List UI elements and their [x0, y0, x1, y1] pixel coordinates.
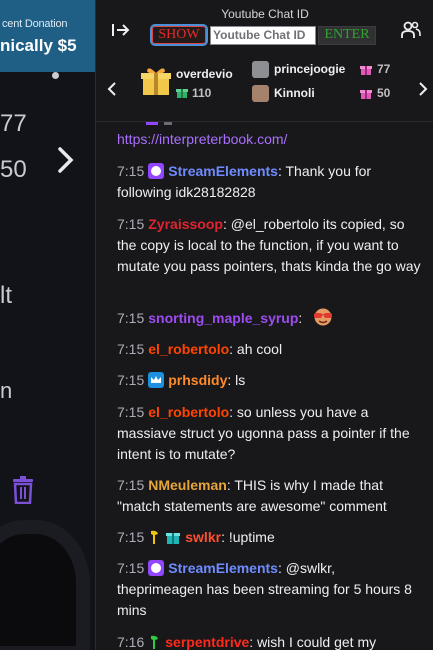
chat-message: 7:15 el_robertolo: ah cool [117, 339, 422, 360]
users-icon[interactable] [401, 20, 421, 40]
leaderboard-name: Kinnoli [274, 86, 315, 100]
message-timestamp: 7:15 [117, 529, 145, 545]
enter-button[interactable]: ENTER [318, 25, 376, 45]
leaderboard-count: 50 [377, 86, 391, 100]
chat-message: 7:15 swlkr: !uptime [117, 527, 422, 548]
message-timestamp: 7:15 [117, 310, 145, 326]
gift-leaderboard: overdevio 110 princejoogie 77 Kinnoli 50 [96, 55, 433, 122]
chevron-right-icon [58, 147, 74, 173]
pickaxe-icon [148, 529, 160, 545]
message-username[interactable]: snorting_maple_syrup [148, 310, 298, 326]
pickaxe-icon [148, 634, 160, 650]
message-timestamp: 7:15 [117, 216, 145, 232]
chat-message: https://interpreterbook.com/ [117, 129, 422, 150]
chat-header: Youtube Chat ID SHOW ENTER [96, 0, 433, 55]
message-username[interactable]: StreamElements [168, 560, 278, 576]
message-timestamp: 7:15 [117, 372, 145, 388]
stream-text-1: 77 [0, 110, 27, 137]
message-timestamp: 7:16 [117, 634, 145, 650]
message-text: : wish I could get my [249, 634, 377, 650]
youtube-chat-id-input[interactable] [210, 25, 316, 45]
message-username[interactable]: el_robertolo [148, 341, 229, 357]
verified-icon [148, 163, 165, 179]
show-button[interactable]: SHOW [150, 24, 208, 46]
chat-message: 7:15 StreamElements: Thank you for follow… [117, 161, 422, 203]
chat-message: 7:15 NMeuleman: THIS is why I made that "… [117, 475, 422, 517]
cut-off-badges [146, 122, 172, 125]
chat-message: 7:15 StreamElements: @swlkr, theprimeagen… [117, 558, 422, 621]
leaderboard-count: 77 [377, 62, 391, 76]
chevron-left-icon[interactable] [107, 82, 117, 96]
message-text: : !uptime [221, 529, 275, 545]
youtube-chat-title: Youtube Chat ID [221, 7, 309, 21]
crown-icon [148, 372, 165, 388]
gift-icon [165, 529, 181, 545]
message-text: : ls [227, 372, 246, 388]
message-username[interactable]: NMeuleman [148, 477, 227, 493]
stream-preview: cent Donation nically $5 77 50 lt n [0, 0, 95, 650]
message-username[interactable]: prhsdidy [168, 372, 227, 388]
leaderboard-row[interactable]: Kinnoli 50 [252, 85, 422, 103]
message-timestamp: 7:15 [117, 477, 145, 493]
collapse-chat-icon[interactable] [110, 20, 132, 40]
message-username[interactable]: swlkr [185, 529, 221, 545]
message-text: : [298, 310, 307, 326]
donation-banner: cent Donation nically $5 [0, 0, 95, 72]
gift-icon [176, 89, 188, 98]
top-gifter-count: 110 [176, 86, 211, 100]
leaderboard-name: princejoogie [274, 62, 346, 76]
message-timestamp: 7:15 [117, 404, 145, 420]
message-username[interactable]: serpentdrive [165, 634, 249, 650]
chat-message: 7:15 Zyraissoop: @el_robertolo its copied… [117, 214, 422, 277]
banner-line-1: cent Donation [2, 18, 68, 30]
verified-icon [148, 560, 165, 576]
avatar [252, 61, 269, 78]
banner-line-2: nically $5 [0, 36, 77, 55]
gift-icon [141, 68, 171, 95]
top-gifter-name: overdevio [176, 67, 233, 81]
stream-text-4: n [0, 378, 13, 403]
leaderboard-row[interactable]: princejoogie 77 [252, 61, 422, 79]
streamer-silhouette [0, 520, 90, 650]
message-text: : ah cool [229, 341, 283, 357]
youtube-chat-controls: SHOW ENTER [150, 24, 376, 46]
chat-message: 7:15 snorting_maple_syrup: [117, 308, 422, 329]
chat-message: 7:15 prhsdidy: ls [117, 370, 422, 391]
chat-message-list[interactable]: https://interpreterbook.com/ 7:15 StreamE… [96, 122, 433, 650]
message-timestamp: 7:15 [117, 560, 145, 576]
stream-text-3: lt [0, 282, 12, 309]
message-timestamp: 7:15 [117, 341, 145, 357]
message-link[interactable]: https://interpreterbook.com/ [117, 131, 287, 147]
avatar [252, 85, 269, 102]
message-username[interactable]: Zyraissoop [148, 216, 223, 232]
trash-icon [13, 476, 33, 504]
chat-message: 7:16 serpentdrive: wish I could get my [117, 632, 422, 650]
gift-icon [360, 90, 372, 99]
message-timestamp: 7:15 [117, 163, 145, 179]
chat-message: 7:15 el_robertolo: so unless you have a m… [117, 402, 422, 465]
sunglasses-emote-icon [314, 308, 333, 326]
gift-icon [360, 66, 372, 75]
carousel-dot [52, 72, 59, 79]
message-username[interactable]: el_robertolo [148, 404, 229, 420]
stream-text-2: 50 [0, 156, 27, 183]
chevron-right-icon[interactable] [418, 82, 428, 96]
chat-panel: Youtube Chat ID SHOW ENTER overdevio [95, 0, 433, 650]
top-gifter-count-value: 110 [192, 86, 212, 100]
message-username[interactable]: StreamElements [168, 163, 278, 179]
